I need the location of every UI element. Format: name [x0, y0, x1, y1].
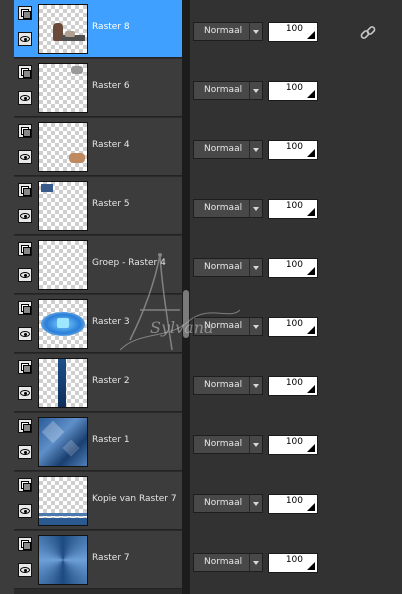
- layer-row-raster-8[interactable]: Raster 8: [14, 0, 182, 58]
- left-strip: [0, 0, 14, 594]
- opacity-value: 100: [285, 142, 303, 152]
- opacity-field[interactable]: 100: [268, 258, 318, 278]
- layer-name: Raster 5: [92, 199, 130, 209]
- blend-mode-label: Normaal: [204, 498, 243, 508]
- layer-name: Kopie van Raster 7: [92, 494, 177, 504]
- layer-thumbnail: [38, 358, 88, 408]
- opacity-value: 100: [285, 496, 303, 506]
- layer-type-icon[interactable]: [18, 124, 32, 138]
- layer-thumbnail: [38, 4, 88, 54]
- blend-mode-dropdown[interactable]: Normaal: [193, 81, 263, 100]
- layer-row-raster-1[interactable]: Raster 1: [14, 413, 182, 471]
- blend-mode-label: Normaal: [204, 203, 243, 213]
- visibility-eye-icon[interactable]: [18, 327, 32, 341]
- opacity-value: 100: [285, 437, 303, 447]
- dropdown-arrow-icon[interactable]: [249, 200, 262, 217]
- blend-mode-label: Normaal: [204, 144, 243, 154]
- opacity-field[interactable]: 100: [268, 494, 318, 514]
- dropdown-arrow-icon[interactable]: [249, 377, 262, 394]
- blend-mode-dropdown[interactable]: Normaal: [193, 140, 263, 159]
- layer-name: Raster 1: [92, 435, 130, 445]
- opacity-field[interactable]: 100: [268, 553, 318, 573]
- dropdown-arrow-icon[interactable]: [249, 141, 262, 158]
- layer-thumbnail: [38, 181, 88, 231]
- visibility-eye-icon[interactable]: [18, 91, 32, 105]
- opacity-value: 100: [285, 555, 303, 565]
- layer-name: Raster 8: [92, 22, 130, 32]
- blend-mode-label: Normaal: [204, 85, 243, 95]
- opacity-field[interactable]: 100: [268, 22, 318, 42]
- layer-type-icon[interactable]: [18, 537, 32, 551]
- layer-thumbnail: [38, 299, 88, 349]
- blend-mode-label: Normaal: [204, 380, 243, 390]
- dropdown-arrow-icon[interactable]: [249, 23, 262, 40]
- dropdown-arrow-icon[interactable]: [249, 82, 262, 99]
- opacity-field[interactable]: 100: [268, 435, 318, 455]
- opacity-field[interactable]: 100: [268, 376, 318, 396]
- visibility-eye-icon[interactable]: [18, 150, 32, 164]
- visibility-eye-icon[interactable]: [18, 268, 32, 282]
- layer-name: Raster 2: [92, 376, 130, 386]
- visibility-eye-icon[interactable]: [18, 563, 32, 577]
- layer-thumbnail: [38, 240, 88, 290]
- layer-type-icon[interactable]: [18, 360, 32, 374]
- dropdown-arrow-icon[interactable]: [249, 495, 262, 512]
- dropdown-arrow-icon[interactable]: [249, 554, 262, 571]
- dropdown-arrow-icon[interactable]: [249, 436, 262, 453]
- opacity-value: 100: [285, 260, 303, 270]
- visibility-eye-icon[interactable]: [18, 32, 32, 46]
- layer-name: Raster 4: [92, 140, 130, 150]
- opacity-value: 100: [285, 378, 303, 388]
- layer-type-icon[interactable]: [18, 65, 32, 79]
- blend-mode-dropdown[interactable]: Normaal: [193, 22, 263, 41]
- blend-mode-dropdown[interactable]: Normaal: [193, 376, 263, 395]
- visibility-eye-icon[interactable]: [18, 504, 32, 518]
- layer-row-raster-4[interactable]: Raster 4: [14, 118, 182, 176]
- layer-thumbnail: [38, 476, 88, 526]
- opacity-field[interactable]: 100: [268, 81, 318, 101]
- dropdown-arrow-icon[interactable]: [249, 259, 262, 276]
- layer-name: Raster 7: [92, 553, 130, 563]
- layer-row-raster-7[interactable]: Raster 7: [14, 531, 182, 589]
- blend-mode-dropdown[interactable]: Normaal: [193, 494, 263, 513]
- opacity-field[interactable]: 100: [268, 140, 318, 160]
- opacity-value: 100: [285, 83, 303, 93]
- layer-row-kopie-van-raster-7[interactable]: Kopie van Raster 7: [14, 472, 182, 530]
- opacity-field[interactable]: 100: [268, 317, 318, 337]
- blend-mode-dropdown[interactable]: Normaal: [193, 435, 263, 454]
- layer-type-icon[interactable]: [18, 301, 32, 315]
- opacity-value: 100: [285, 201, 303, 211]
- layer-thumbnail: [38, 417, 88, 467]
- opacity-field[interactable]: 100: [268, 199, 318, 219]
- visibility-eye-icon[interactable]: [18, 386, 32, 400]
- layer-thumbnail: [38, 63, 88, 113]
- blend-mode-dropdown[interactable]: Normaal: [193, 553, 263, 572]
- opacity-value: 100: [285, 24, 303, 34]
- visibility-eye-icon[interactable]: [18, 209, 32, 223]
- layer-type-icon[interactable]: [18, 419, 32, 433]
- blend-mode-label: Normaal: [204, 26, 243, 36]
- opacity-value: 100: [285, 319, 303, 329]
- layer-type-icon[interactable]: [18, 6, 32, 20]
- watermark-signature: Sylvana: [150, 318, 214, 337]
- link-icon[interactable]: [358, 23, 378, 43]
- watermark-ornament: [119, 253, 241, 351]
- dropdown-arrow-icon[interactable]: [249, 318, 262, 335]
- layer-thumbnail: [38, 535, 88, 585]
- layer-thumbnail: [38, 122, 88, 172]
- visibility-eye-icon[interactable]: [18, 445, 32, 459]
- blend-mode-dropdown[interactable]: Normaal: [193, 199, 263, 218]
- blend-mode-label: Normaal: [204, 439, 243, 449]
- group-icon[interactable]: [18, 242, 32, 256]
- layer-name: Raster 6: [92, 81, 130, 91]
- blend-mode-label: Normaal: [204, 557, 243, 567]
- layer-row-raster-5[interactable]: Raster 5: [14, 177, 182, 235]
- layer-type-icon[interactable]: [18, 183, 32, 197]
- layer-type-icon[interactable]: [18, 478, 32, 492]
- layer-row-raster-6[interactable]: Raster 6: [14, 59, 182, 117]
